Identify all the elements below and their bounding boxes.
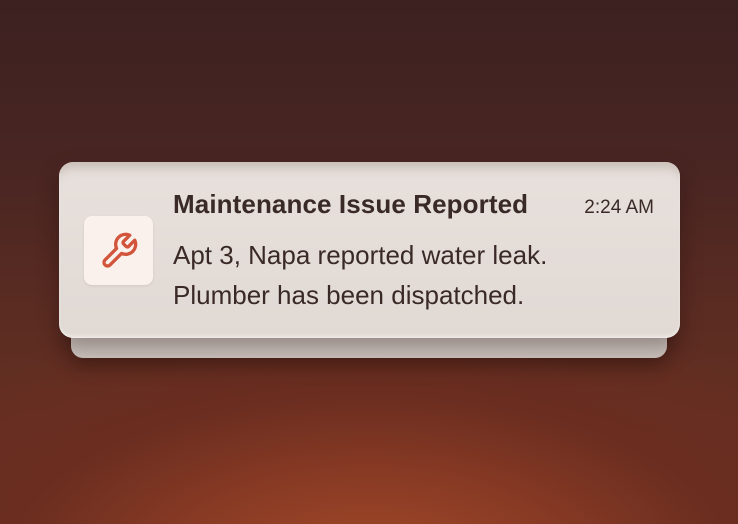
notification-message: Apt 3, Napa reported water leak. Plumber… [173,235,643,315]
message-line: Plumber has been dispatched. [173,280,525,310]
wrench-icon [101,232,137,268]
app-icon [84,216,153,285]
notification-card[interactable]: Maintenance Issue Reported 2:24 AM Apt 3… [59,162,680,338]
notification-title: Maintenance Issue Reported [173,189,529,219]
notification-timestamp: 2:24 AM [584,197,654,218]
message-line: Apt 3, Napa reported water leak. [173,240,548,270]
